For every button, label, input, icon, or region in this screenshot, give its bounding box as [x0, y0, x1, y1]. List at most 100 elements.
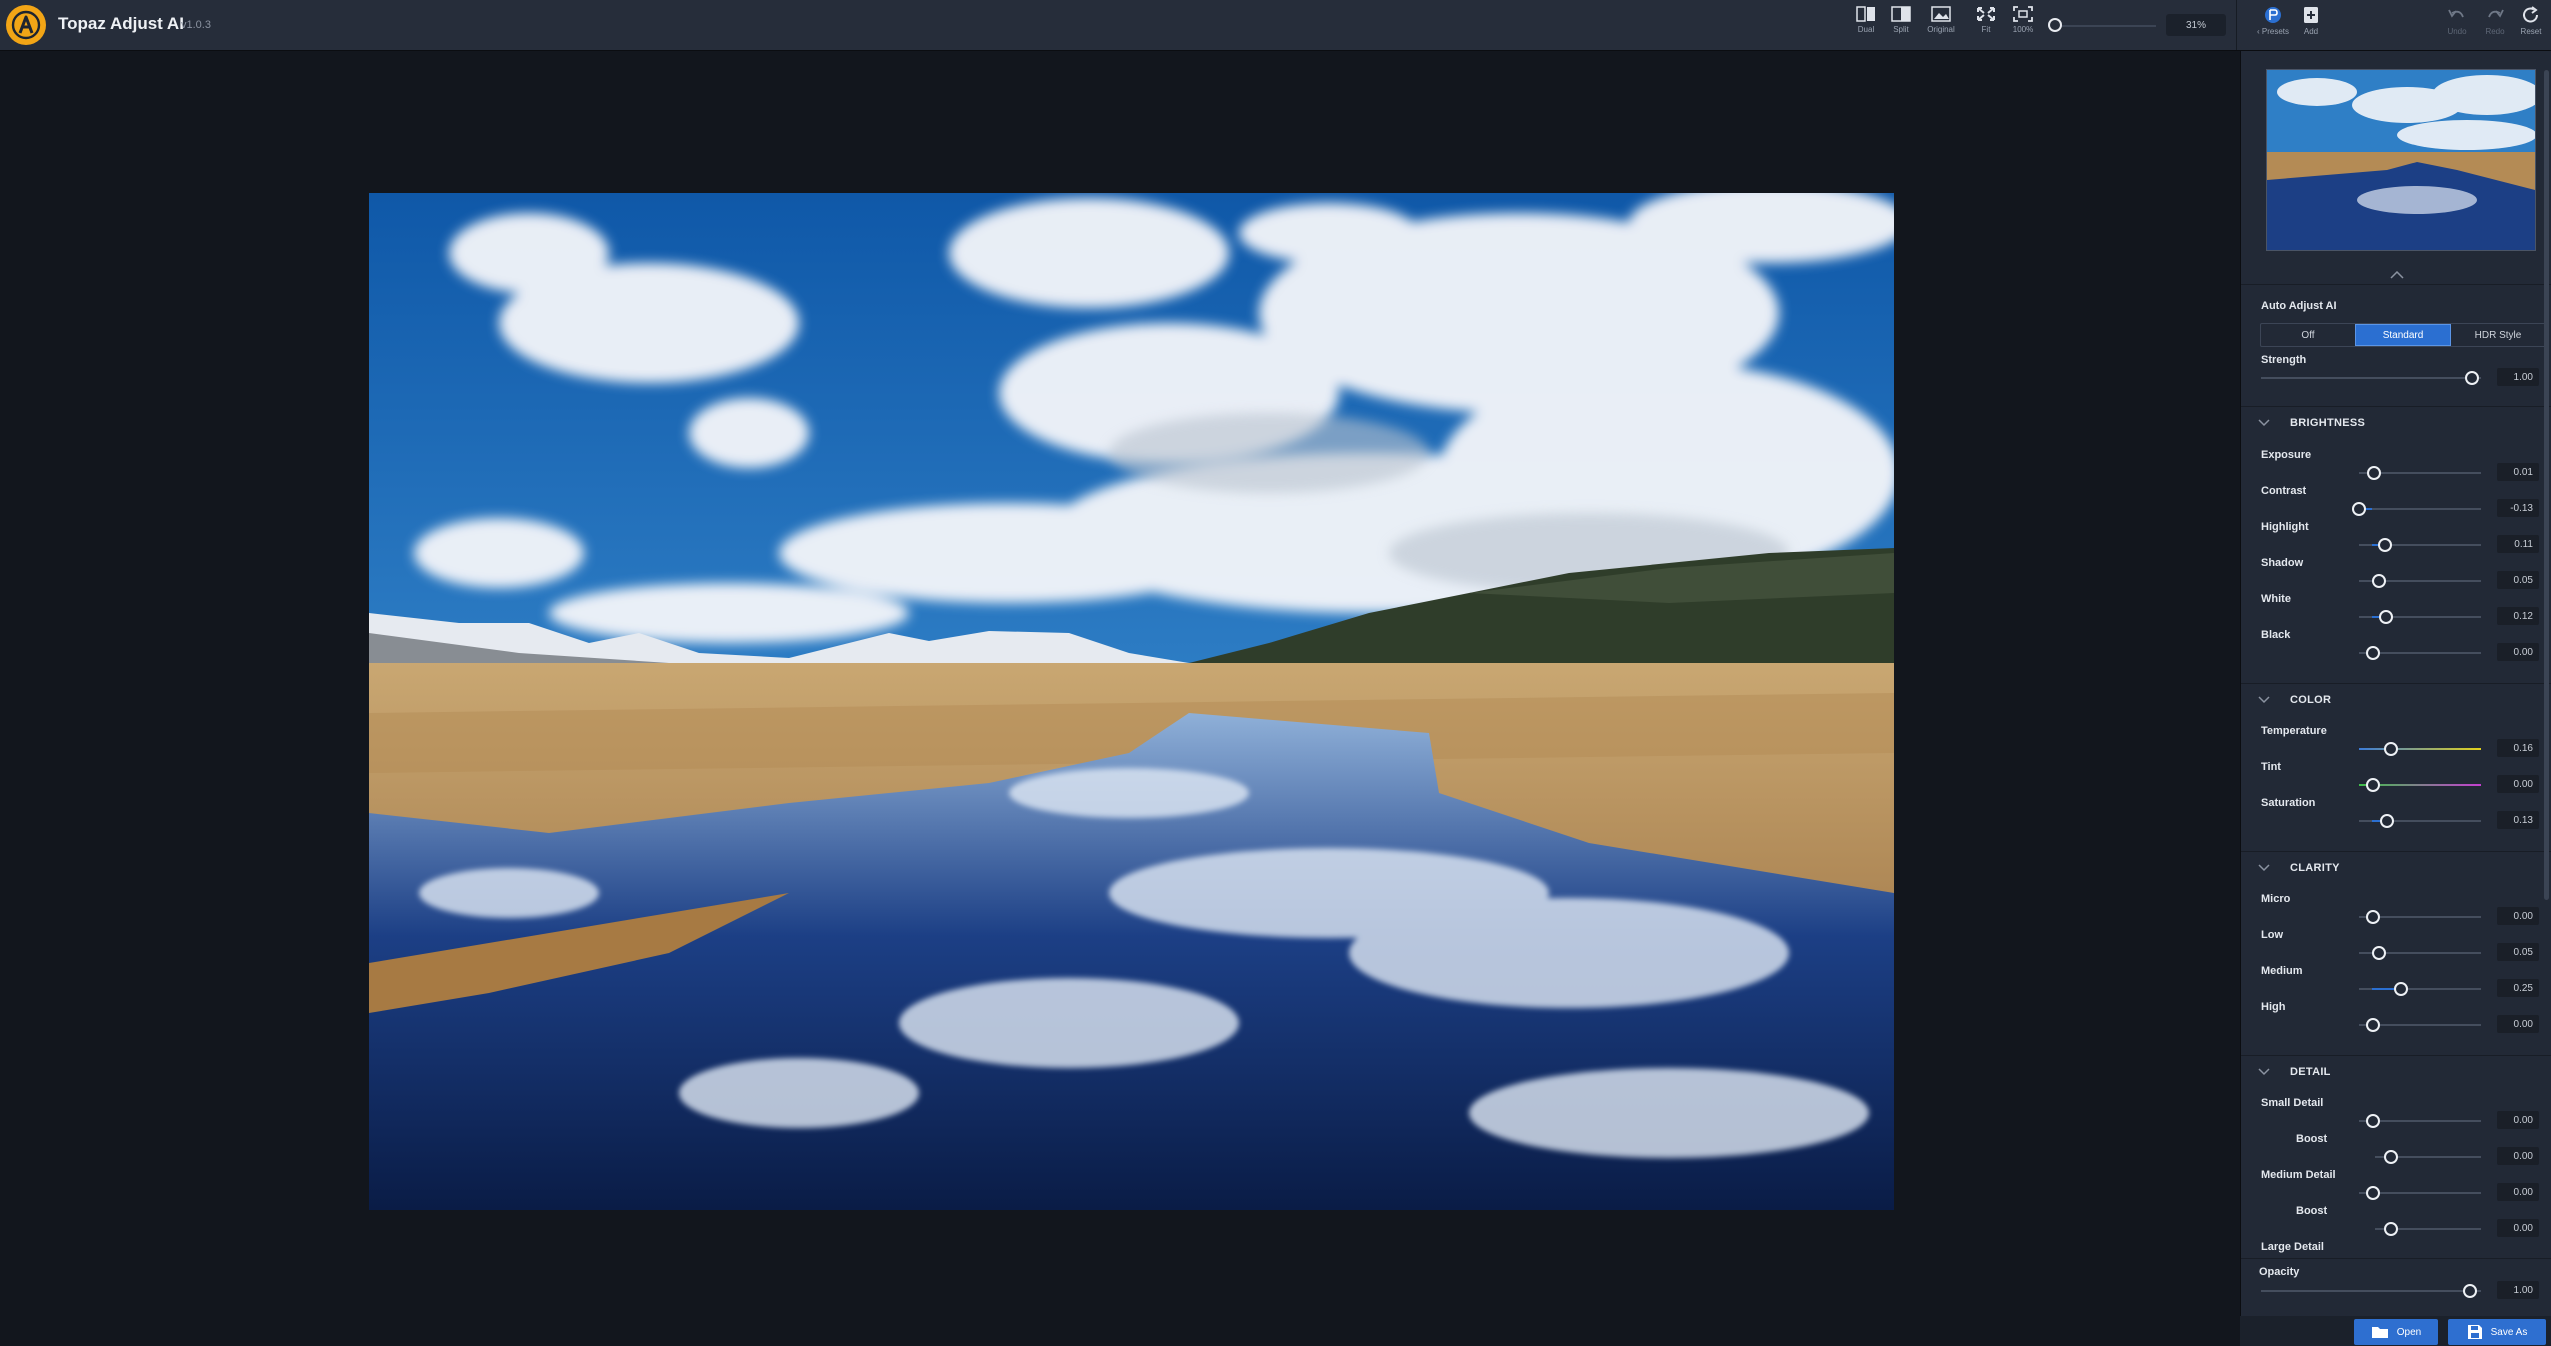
redo-icon — [2488, 9, 2504, 18]
color-saturation-value[interactable]: 0.13 — [2497, 811, 2539, 829]
fit-label: Fit — [1981, 25, 1991, 34]
panel-scrollbar[interactable] — [2544, 70, 2549, 900]
zoom-100-button[interactable]: 100% — [2003, 5, 2043, 45]
split-view-button[interactable]: Split — [1881, 5, 1921, 45]
photo-landscape-image — [369, 193, 1894, 1210]
save-as-button[interactable]: Save As — [2448, 1319, 2546, 1345]
split-view-label: Split — [1893, 25, 1909, 34]
fit-button[interactable]: Fit — [1966, 5, 2006, 45]
mode-hdr-style[interactable]: HDR Style — [2451, 324, 2545, 346]
reset-button[interactable]: Reset — [2513, 5, 2549, 45]
color-section-title[interactable]: COLOR — [2290, 694, 2331, 706]
zoom-slider-handle[interactable] — [2048, 18, 2062, 32]
brightness-exposure-value[interactable]: 0.01 — [2497, 463, 2539, 481]
mode-standard[interactable]: Standard — [2355, 324, 2451, 346]
dual-view-label: Dual — [1857, 25, 1875, 34]
detail-medium-detail-value[interactable]: 0.00 — [2497, 1183, 2539, 1201]
detail-small-detail-value[interactable]: 0.00 — [2497, 1111, 2539, 1129]
detail-medium-detail-label: Medium Detail — [2261, 1169, 2336, 1181]
clarity-low-label: Low — [2261, 929, 2283, 941]
detail-section-title[interactable]: DETAIL — [2290, 1066, 2331, 1078]
app-title: Topaz Adjust AI — [58, 14, 184, 33]
undo-button[interactable]: Undo — [2437, 5, 2477, 45]
clarity-medium-label: Medium — [2261, 965, 2303, 977]
opacity-slider-handle[interactable] — [2463, 1284, 2477, 1298]
strength-slider-handle[interactable] — [2465, 371, 2479, 385]
detail-small-detail-slider-handle[interactable] — [2366, 1114, 2380, 1128]
clarity-medium-slider-handle[interactable] — [2393, 982, 2408, 996]
color-tint-value[interactable]: 0.00 — [2497, 775, 2539, 793]
brightness-shadow-value[interactable]: 0.05 — [2497, 571, 2539, 589]
original-view-button[interactable]: Original — [1921, 5, 1961, 45]
section-divider — [2241, 1055, 2551, 1056]
color-temperature-value[interactable]: 0.16 — [2497, 739, 2539, 757]
redo-button[interactable]: Redo — [2475, 5, 2515, 45]
detail-boost-slider-handle[interactable] — [2384, 1150, 2398, 1164]
brightness-contrast-slider-track[interactable] — [2359, 508, 2481, 510]
detail-boost-value[interactable]: 0.00 — [2497, 1219, 2539, 1237]
color-temperature-slider-track[interactable] — [2359, 748, 2481, 750]
zoom-100-label: 100% — [2012, 25, 2034, 34]
color-collapse-icon[interactable] — [2258, 696, 2270, 704]
app-version: v1.0.3 — [181, 19, 211, 31]
brightness-highlight-value[interactable]: 0.11 — [2497, 535, 2539, 553]
presets-button[interactable]: ‹ Presets — [2251, 5, 2295, 45]
undo-label: Undo — [2447, 27, 2467, 36]
mode-off[interactable]: Off — [2261, 324, 2355, 346]
section-divider — [2241, 851, 2551, 852]
brightness-collapse-icon[interactable] — [2258, 419, 2270, 427]
add-preset-icon — [2304, 7, 2318, 23]
add-preset-label: Add — [2303, 27, 2319, 36]
clarity-section-title[interactable]: CLARITY — [2290, 862, 2340, 874]
undo-icon — [2448, 9, 2464, 18]
color-tint-label: Tint — [2261, 761, 2281, 773]
brightness-section-title[interactable]: BRIGHTNESS — [2290, 417, 2365, 429]
opacity-slider-track[interactable] — [2261, 1290, 2481, 1292]
color-temperature-slider-handle[interactable] — [2383, 742, 2398, 756]
brightness-exposure-label: Exposure — [2261, 449, 2312, 461]
detail-boost-label: Boost — [2296, 1205, 2328, 1217]
brightness-highlight-slider-handle[interactable] — [2378, 538, 2393, 552]
brightness-white-label: White — [2261, 593, 2291, 605]
clarity-low-value[interactable]: 0.05 — [2497, 943, 2539, 961]
clarity-high-slider-handle[interactable] — [2366, 1018, 2380, 1032]
navigator-thumbnail[interactable] — [2266, 69, 2536, 251]
image-canvas[interactable] — [0, 51, 2240, 1346]
clarity-collapse-icon[interactable] — [2258, 864, 2270, 872]
open-label: Open — [2396, 1326, 2422, 1338]
detail-medium-detail-slider-handle[interactable] — [2366, 1186, 2380, 1200]
clarity-micro-slider-handle[interactable] — [2366, 910, 2380, 924]
clarity-medium-value[interactable]: 0.25 — [2497, 979, 2539, 997]
clarity-high-value[interactable]: 0.00 — [2497, 1015, 2539, 1033]
brightness-black-value[interactable]: 0.00 — [2497, 643, 2539, 661]
clarity-micro-value[interactable]: 0.00 — [2497, 907, 2539, 925]
open-button[interactable]: Open — [2354, 1319, 2438, 1345]
strength-slider-track[interactable] — [2261, 377, 2481, 379]
detail-large-detail-label: Large Detail — [2261, 1241, 2324, 1253]
clarity-low-slider-handle[interactable] — [2371, 946, 2386, 960]
reset-icon — [2523, 6, 2538, 23]
strength-value[interactable]: 1.00 — [2497, 368, 2539, 386]
brightness-contrast-slider-handle[interactable] — [2351, 502, 2366, 516]
brightness-contrast-value[interactable]: -0.13 — [2497, 499, 2539, 517]
detail-boost-label: Boost — [2296, 1133, 2328, 1145]
detail-boost-slider-handle[interactable] — [2384, 1222, 2398, 1236]
brightness-white-value[interactable]: 0.12 — [2497, 607, 2539, 625]
brightness-exposure-slider-handle[interactable] — [2367, 466, 2382, 480]
section-divider — [2241, 284, 2551, 285]
zoom-percent-readout[interactable]: 31% — [2166, 14, 2226, 36]
color-tint-slider-handle[interactable] — [2366, 778, 2380, 792]
add-preset-button[interactable]: Add — [2291, 5, 2331, 45]
collapse-navigator-icon[interactable] — [2390, 271, 2404, 279]
dual-view-button[interactable]: Dual — [1846, 5, 1886, 45]
zoom-slider-track[interactable] — [2056, 25, 2156, 27]
opacity-value[interactable]: 1.00 — [2497, 1281, 2539, 1299]
detail-boost-value[interactable]: 0.00 — [2497, 1147, 2539, 1165]
toolbar-divider — [2236, 0, 2237, 50]
reset-label: Reset — [2520, 27, 2542, 36]
dual-view-icon — [1856, 6, 1875, 22]
brightness-shadow-slider-handle[interactable] — [2371, 574, 2386, 588]
detail-collapse-icon[interactable] — [2258, 1068, 2270, 1076]
brightness-black-slider-handle[interactable] — [2366, 646, 2380, 660]
auto-adjust-mode-toggle[interactable]: Off Standard HDR Style — [2260, 323, 2546, 347]
